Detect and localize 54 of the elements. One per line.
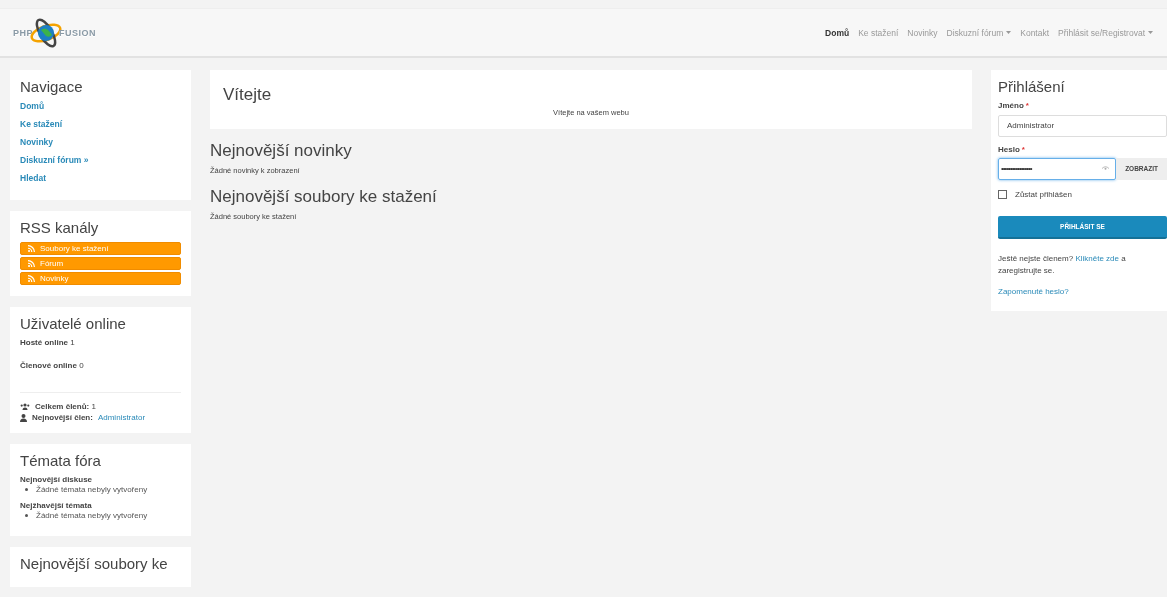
eye-icon: [1102, 166, 1110, 171]
nav-link[interactable]: Ke stažení: [858, 27, 899, 38]
bullet-icon: [25, 488, 28, 491]
nav-link[interactable]: Diskuzní fórum: [946, 27, 1012, 38]
sidebar-link[interactable]: Diskuzní fórum »: [20, 155, 181, 165]
guests-online-text: Hosté online 1: [20, 338, 76, 347]
remember-checkbox[interactable]: Zůstat přihlášen: [998, 189, 1167, 199]
rss-icon: [28, 245, 35, 252]
sidebar-link[interactable]: Ke stažení: [20, 119, 181, 129]
welcome-title: Vítejte: [223, 85, 273, 105]
panel-title: Přihlášení: [998, 78, 1066, 95]
panel-title: Témata fóra: [20, 452, 102, 469]
list-item: Žádné témata nebyly vytvořeny: [20, 485, 181, 494]
nav-link[interactable]: Kontakt: [1020, 27, 1050, 38]
user-icon: [20, 413, 27, 422]
field-label: Jméno: [998, 101, 1024, 110]
nav-link[interactable]: Domů: [825, 27, 850, 38]
password-field[interactable]: •••••••••••••••••: [998, 157, 1117, 180]
field-label: Heslo: [998, 144, 1020, 154]
section-heading: Nejnovější diskuse: [20, 475, 94, 484]
logo-text: FUSION: [59, 27, 97, 38]
sidebar-link[interactable]: Domů: [20, 101, 181, 111]
users-icon: [20, 403, 30, 410]
panel-title: Uživatelé online: [20, 315, 127, 332]
section-title: Nejnovější novinky: [210, 141, 353, 161]
panel-title: RSS kanály: [20, 219, 100, 236]
required-mark: *: [1021, 144, 1025, 154]
rss-feed-button[interactable]: Novinky: [20, 272, 181, 285]
checkbox[interactable]: [998, 189, 1007, 199]
bullet-icon: [25, 514, 28, 517]
register-text: Ještě nejste členem? Klikněte zde a zaregistrujte se.: [998, 252, 1127, 277]
newest-member-label: Nejnovější člen:: [32, 413, 93, 422]
username-field[interactable]: Administrator: [998, 114, 1167, 137]
nav-link[interactable]: Přihlásit se/Registrovat: [1058, 27, 1153, 38]
logo[interactable]: PHP FUSION: [13, 12, 138, 53]
sidebar-link[interactable]: Hledat: [20, 173, 181, 183]
total-members-text: Celkem členů: 1: [35, 402, 96, 411]
required-mark: *: [1025, 101, 1029, 110]
list-item: Žádné témata nebyly vytvořeny: [20, 511, 181, 520]
newest-member-link[interactable]: Administrator: [97, 413, 146, 422]
section-title: Nejnovější soubory ke stažení: [210, 187, 438, 207]
forgot-password-link[interactable]: Zapomenuté heslo?: [998, 286, 1167, 296]
panel-title: Nejnovější soubory ke: [20, 555, 169, 572]
rss-feed-button[interactable]: Fórum: [20, 257, 181, 270]
rss-feed-button[interactable]: Soubory ke stažení: [20, 242, 181, 255]
panel-title: Navigace: [20, 78, 84, 95]
rss-icon: [28, 275, 35, 282]
members-online-text: Členové online 0: [20, 361, 85, 370]
rss-icon: [28, 260, 35, 267]
register-link[interactable]: Klikněte zde: [1075, 253, 1119, 263]
logo-text: PHP: [13, 27, 33, 38]
section-heading: Nejžhavější témata: [20, 501, 93, 510]
nav-link[interactable]: Novinky: [907, 27, 938, 38]
sidebar-link[interactable]: Novinky: [20, 137, 181, 147]
